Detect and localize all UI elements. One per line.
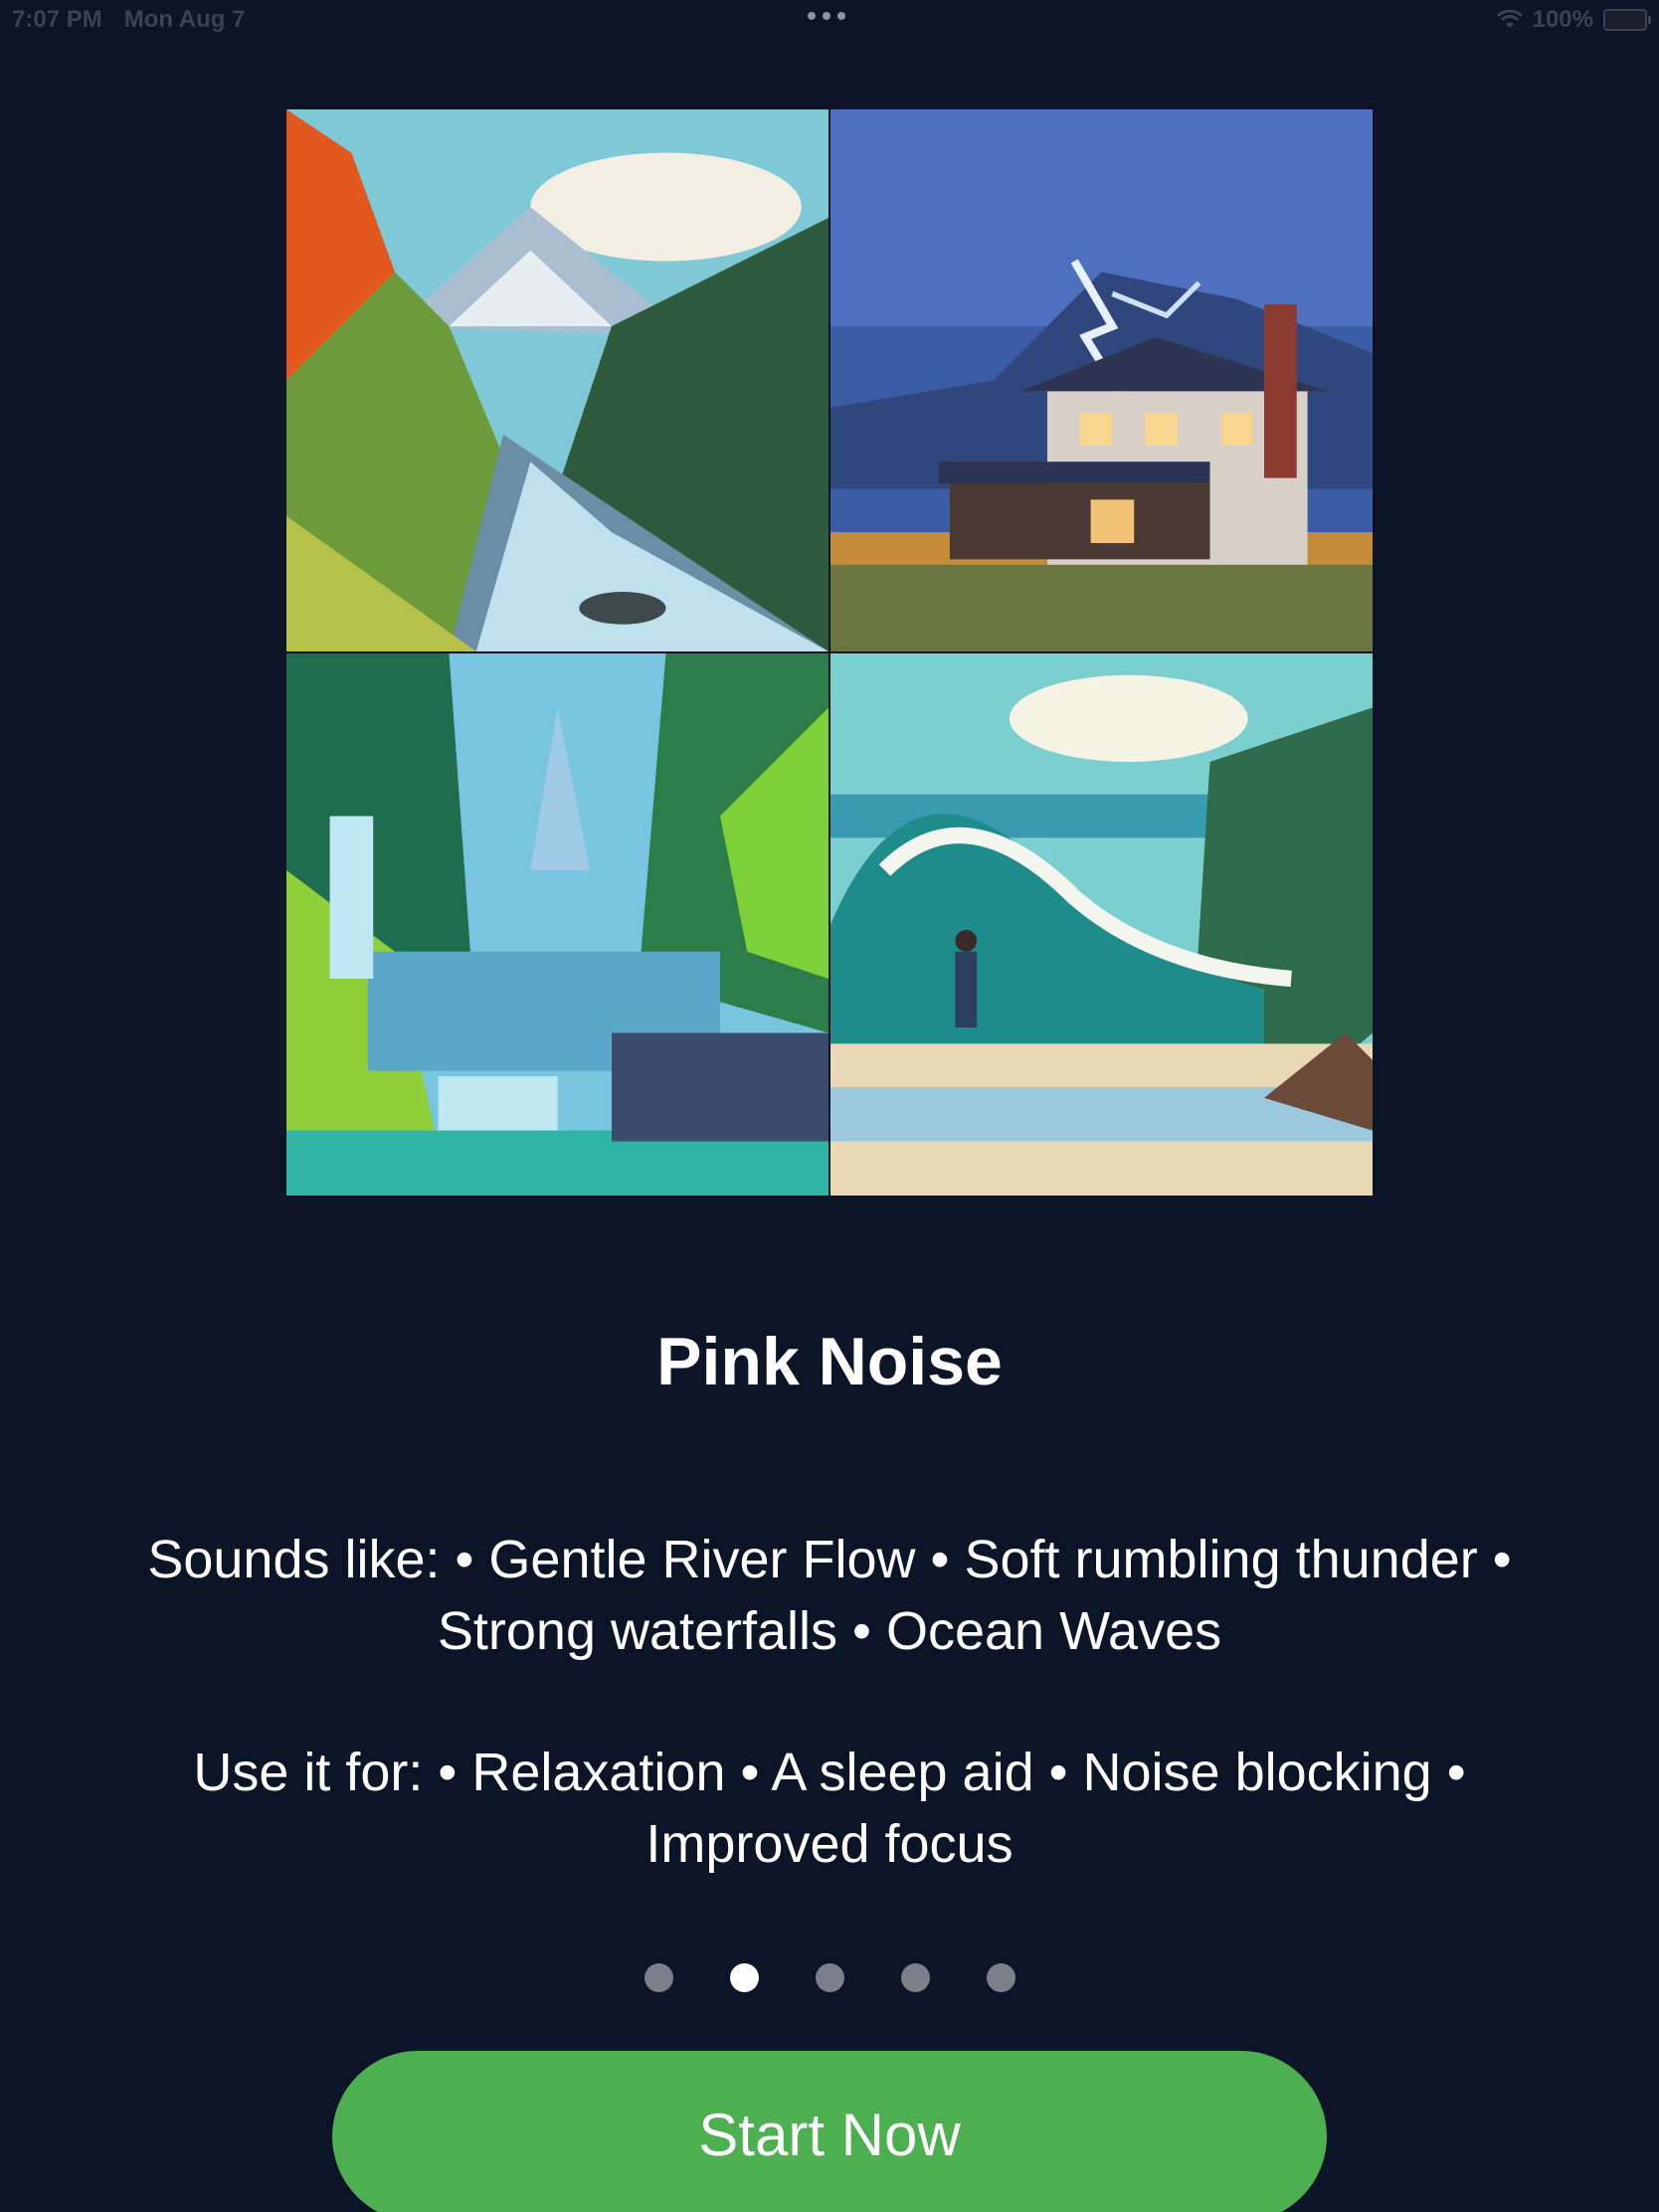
page-indicator[interactable]: [0, 1963, 1659, 1992]
sound-title: Pink Noise: [656, 1324, 1003, 1399]
page-dot[interactable]: [900, 1963, 930, 1992]
status-time-date: 7:07 PM Mon Aug 7: [12, 6, 267, 34]
page-dot[interactable]: [815, 1963, 844, 1992]
start-now-label: Start Now: [698, 2102, 961, 2168]
status-time: 7:07 PM: [12, 6, 102, 33]
onboarding-screen: 7:07 PM Mon Aug 7 100% Pink Noise Sounds…: [0, 0, 1659, 2212]
battery-icon: [1603, 9, 1651, 31]
artwork-grid: [286, 109, 1373, 1196]
multitasking-dots-icon[interactable]: [808, 12, 845, 20]
river-scene-image: [286, 109, 829, 651]
page-dot[interactable]: [644, 1963, 673, 1992]
sounds-like-text: Sounds like: • Gentle River Flow • Soft …: [147, 1530, 1512, 1661]
start-now-button[interactable]: Start Now: [332, 2051, 1327, 2212]
wifi-icon: [1496, 10, 1523, 28]
use-it-for-text: Use it for: • Relaxation • A sleep aid •…: [193, 1743, 1466, 1874]
battery-percent: 100%: [1532, 6, 1593, 33]
status-indicators: 100%: [1496, 6, 1651, 34]
page-dot-active[interactable]: [729, 1963, 759, 1992]
status-bar: 7:07 PM Mon Aug 7 100%: [0, 0, 1659, 40]
waterfall-image: [286, 653, 829, 1196]
ocean-waves-image: [830, 653, 1373, 1196]
status-date: Mon Aug 7: [123, 6, 246, 33]
page-dot[interactable]: [986, 1963, 1015, 1992]
thunderstorm-house-image: [830, 109, 1373, 651]
